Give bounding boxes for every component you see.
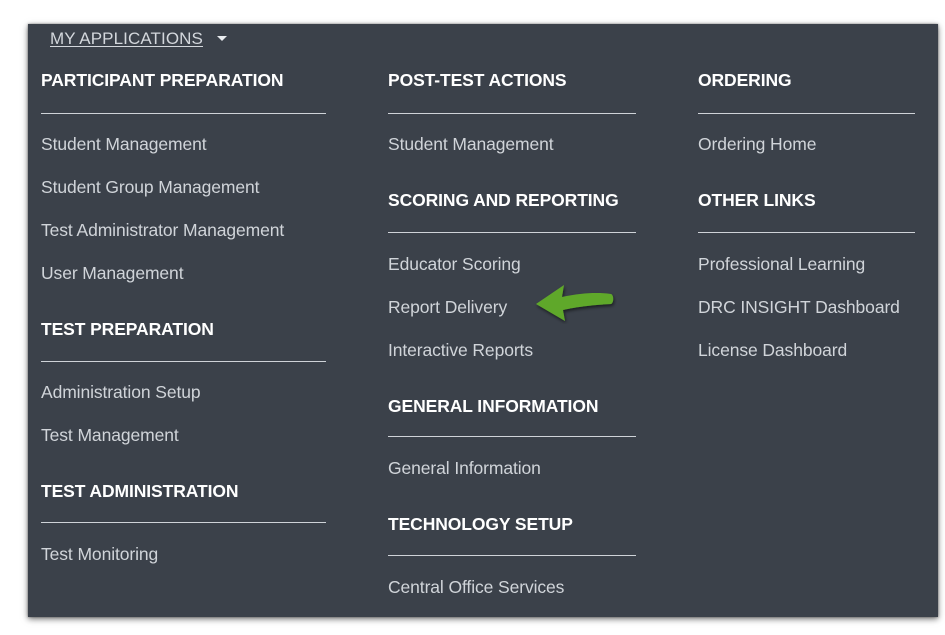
green-arrow-icon <box>536 285 614 321</box>
menu-item-student-management[interactable]: Student Management <box>41 134 207 155</box>
menu-item-report-delivery[interactable]: Report Delivery <box>388 297 507 318</box>
section-divider <box>388 113 636 114</box>
section-heading-scoring-and-reporting: SCORING AND REPORTING <box>388 190 619 210</box>
section-heading-general-information: GENERAL INFORMATION <box>388 396 599 416</box>
section-heading-other-links: OTHER LINKS <box>698 190 816 210</box>
menu-item-post-test-student-management[interactable]: Student Management <box>388 134 554 155</box>
menu-item-test-monitoring[interactable]: Test Monitoring <box>41 544 158 565</box>
menu-item-student-group-management[interactable]: Student Group Management <box>41 177 260 198</box>
section-divider <box>41 113 326 114</box>
menu-item-license-dashboard[interactable]: License Dashboard <box>698 340 847 361</box>
section-heading-post-test-actions: POST-TEST ACTIONS <box>388 70 567 90</box>
section-divider <box>41 361 326 362</box>
menu-item-test-management[interactable]: Test Management <box>41 425 179 446</box>
section-divider <box>698 232 915 233</box>
my-applications-dropdown[interactable]: MY APPLICATIONS <box>50 28 227 50</box>
section-heading-participant-preparation: PARTICIPANT PREPARATION <box>41 70 284 90</box>
menu-item-central-office-services[interactable]: Central Office Services <box>388 577 564 598</box>
section-heading-test-administration: TEST ADMINISTRATION <box>41 481 239 501</box>
menu-item-administration-setup[interactable]: Administration Setup <box>41 382 201 403</box>
section-heading-test-preparation: TEST PREPARATION <box>41 319 214 339</box>
menu-item-interactive-reports[interactable]: Interactive Reports <box>388 340 533 361</box>
section-heading-ordering: ORDERING <box>698 70 792 90</box>
menu-item-drc-insight-dashboard[interactable]: DRC INSIGHT Dashboard <box>698 297 900 318</box>
menu-item-ordering-home[interactable]: Ordering Home <box>698 134 816 155</box>
menu-item-user-management[interactable]: User Management <box>41 263 184 284</box>
my-applications-menu: MY APPLICATIONS PARTICIPANT PREPARATION … <box>28 24 938 617</box>
section-divider <box>388 232 636 233</box>
section-divider <box>41 522 326 523</box>
menu-item-professional-learning[interactable]: Professional Learning <box>698 254 865 275</box>
caret-down-icon[interactable] <box>216 35 227 41</box>
section-divider <box>388 436 636 437</box>
section-divider <box>698 113 915 114</box>
my-applications-label[interactable]: MY APPLICATIONS <box>50 29 203 49</box>
menu-item-general-information[interactable]: General Information <box>388 458 541 479</box>
section-divider <box>388 555 636 556</box>
section-heading-technology-setup: TECHNOLOGY SETUP <box>388 514 573 534</box>
menu-item-educator-scoring[interactable]: Educator Scoring <box>388 254 521 275</box>
menu-item-test-administrator-management[interactable]: Test Administrator Management <box>41 220 284 241</box>
